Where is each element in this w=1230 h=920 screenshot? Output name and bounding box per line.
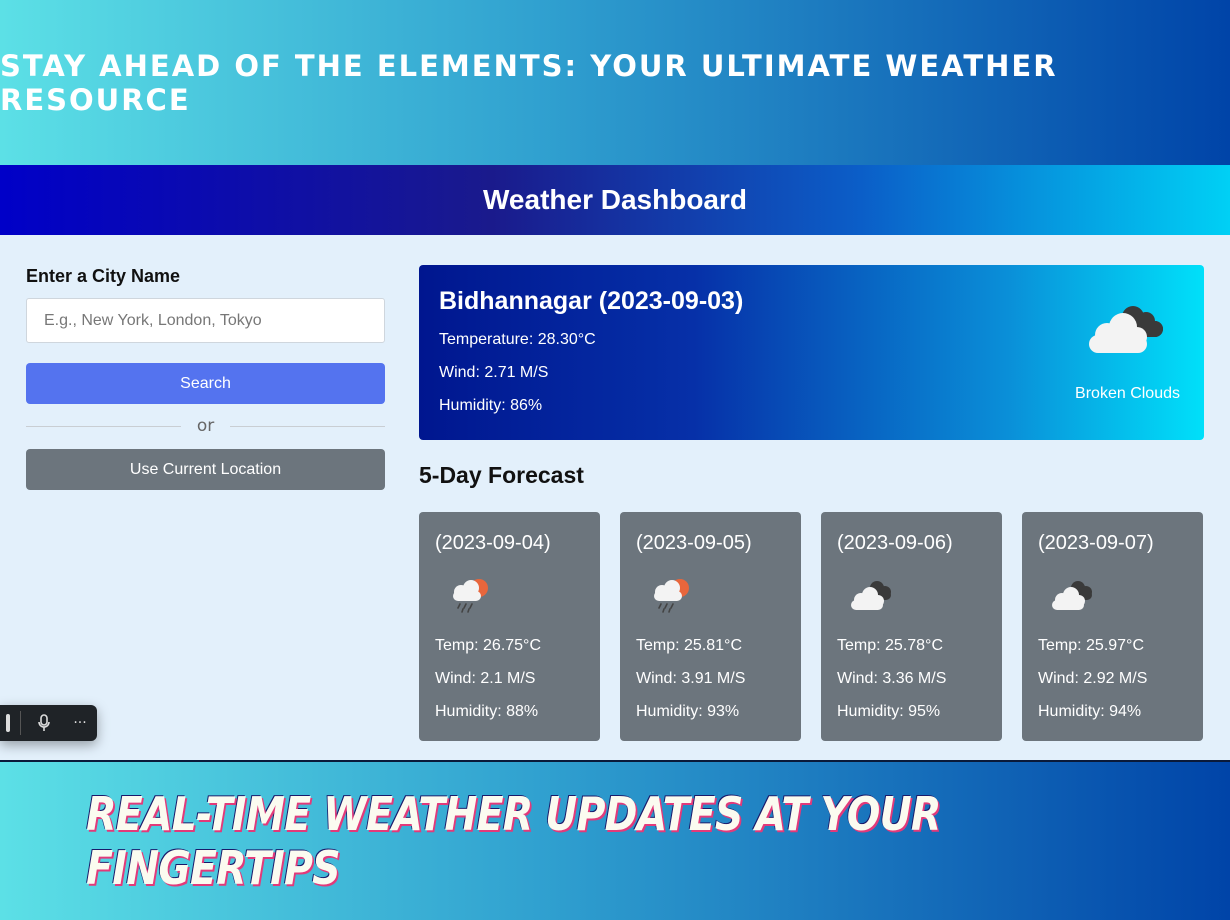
light-rain-icon — [654, 579, 689, 613]
page-title: Weather Dashboard — [483, 184, 747, 215]
current-weather-card: Bidhannagar (2023-09-03) Temperature: 28… — [419, 265, 1204, 440]
forecast-list: (2023-09-04) Temp: 26.75°C Wind: 2.1 M/S… — [419, 512, 1204, 741]
forecast-card: (2023-09-07) Temp: 25.97°C Wind: 2.92 M/… — [1022, 512, 1203, 741]
forecast-wind: Wind: 3.91 M/S — [636, 670, 746, 687]
separator-line-right — [230, 425, 386, 427]
forecast-humidity: Humidity: 88% — [435, 703, 539, 720]
forecast-card: (2023-09-06) Temp: 25.78°C Wind: 3.36 M/… — [821, 512, 1002, 741]
city-input-label: Enter a City Name — [26, 266, 181, 286]
broken-clouds-icon — [1089, 306, 1163, 353]
separator-line-left — [26, 425, 181, 427]
forecast-card: (2023-09-04) Temp: 26.75°C Wind: 2.1 M/S… — [419, 512, 600, 741]
search-panel: Enter a City Name Search or Use Current … — [26, 266, 386, 490]
forecast-wind: Wind: 2.92 M/S — [1038, 670, 1148, 687]
forecast-humidity: Humidity: 94% — [1038, 703, 1142, 720]
forecast-date: (2023-09-06) — [837, 532, 953, 554]
light-rain-icon — [453, 579, 488, 613]
forecast-date: (2023-09-04) — [435, 532, 551, 554]
toolbar-divider — [20, 711, 21, 735]
forecast-date: (2023-09-05) — [636, 532, 752, 554]
floating-toolbar: ··· — [0, 705, 97, 741]
separator-text: or — [196, 416, 215, 436]
forecast-card: (2023-09-05) Temp: 25.81°C Wind: 3.91 M/… — [620, 512, 801, 741]
broken-clouds-icon — [1052, 581, 1092, 610]
forecast-wind: Wind: 3.36 M/S — [837, 670, 947, 687]
broken-clouds-icon — [851, 581, 891, 610]
city-search-input[interactable] — [26, 298, 385, 343]
forecast-temp: Temp: 25.81°C — [636, 637, 743, 654]
forecast-humidity: Humidity: 95% — [837, 703, 941, 720]
forecast-title: 5-Day Forecast — [419, 462, 584, 488]
more-icon[interactable]: ··· — [67, 715, 93, 731]
current-weather-title: Bidhannagar (2023-09-03) — [439, 287, 744, 315]
search-button[interactable]: Search — [26, 363, 385, 404]
forecast-date: (2023-09-07) — [1038, 532, 1154, 554]
current-wind: Wind: 2.71 M/S — [439, 364, 549, 381]
current-humidity: Humidity: 86% — [439, 397, 543, 414]
use-current-location-button[interactable]: Use Current Location — [26, 449, 385, 490]
bottom-banner-title: Real-Time Weather Updates at Your Finger… — [86, 787, 941, 895]
bottom-banner: Real-Time Weather Updates at Your Finger… — [0, 760, 1230, 920]
current-temperature: Temperature: 28.30°C — [439, 331, 596, 348]
forecast-humidity: Humidity: 93% — [636, 703, 740, 720]
drag-handle[interactable] — [6, 714, 10, 732]
banner-title: Stay Ahead of the Elements: Your Ultimat… — [0, 48, 1058, 117]
microphone-icon[interactable] — [31, 714, 57, 732]
forecast-temp: Temp: 25.97°C — [1038, 637, 1145, 654]
or-separator: or — [26, 416, 386, 436]
top-banner: Stay Ahead of the Elements: Your Ultimat… — [0, 0, 1230, 165]
current-weather-description: Broken Clouds — [1075, 385, 1180, 402]
dashboard-header: Weather Dashboard — [0, 165, 1230, 235]
forecast-temp: Temp: 26.75°C — [435, 637, 542, 654]
forecast-wind: Wind: 2.1 M/S — [435, 670, 536, 687]
forecast-temp: Temp: 25.78°C — [837, 637, 944, 654]
